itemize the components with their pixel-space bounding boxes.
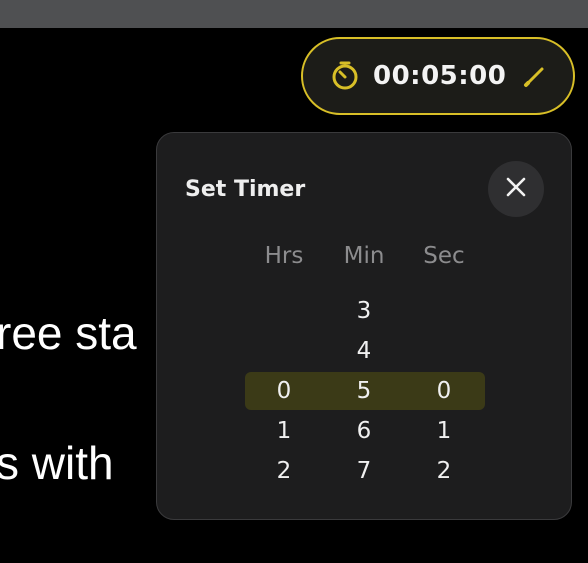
minutes-option[interactable]: 4 — [324, 331, 404, 371]
seconds-option-selected[interactable]: 0 — [404, 371, 484, 411]
minutes-option[interactable]: 7 — [324, 451, 404, 491]
set-timer-popup: Set Timer Hrs Min Sec 0 1 2 3 4 5 6 7 0 … — [156, 132, 572, 520]
hours-option[interactable]: 1 — [244, 411, 324, 451]
seconds-wheel[interactable]: 0 1 2 — [404, 291, 484, 491]
hours-option[interactable] — [244, 331, 324, 371]
minutes-wheel[interactable]: 3 4 5 6 7 — [324, 291, 404, 491]
seconds-header: Sec — [423, 243, 465, 269]
timer-clock-icon — [329, 60, 361, 92]
background-text-line-2: s with — [0, 437, 114, 489]
popup-title: Set Timer — [185, 177, 306, 202]
hours-wheel[interactable]: 0 1 2 — [244, 291, 324, 491]
hours-option[interactable] — [244, 291, 324, 331]
close-icon — [505, 176, 527, 203]
pencil-icon[interactable] — [522, 63, 548, 89]
seconds-option[interactable] — [404, 331, 484, 371]
timer-display: 00:05:00 — [373, 61, 507, 91]
hours-header: Hrs — [264, 243, 304, 269]
timer-button[interactable]: 00:05:00 — [301, 37, 575, 115]
minutes-option[interactable]: 3 — [324, 291, 404, 331]
top-bar — [0, 0, 588, 28]
close-button[interactable] — [488, 161, 544, 217]
hours-option[interactable]: 2 — [244, 451, 324, 491]
minutes-header: Min — [343, 243, 385, 269]
hours-option-selected[interactable]: 0 — [244, 371, 324, 411]
seconds-option[interactable]: 1 — [404, 411, 484, 451]
minutes-option-selected[interactable]: 5 — [324, 371, 404, 411]
background-text-line-1: ree sta — [0, 307, 137, 359]
minutes-option[interactable]: 6 — [324, 411, 404, 451]
seconds-option[interactable] — [404, 291, 484, 331]
seconds-option[interactable]: 2 — [404, 451, 484, 491]
